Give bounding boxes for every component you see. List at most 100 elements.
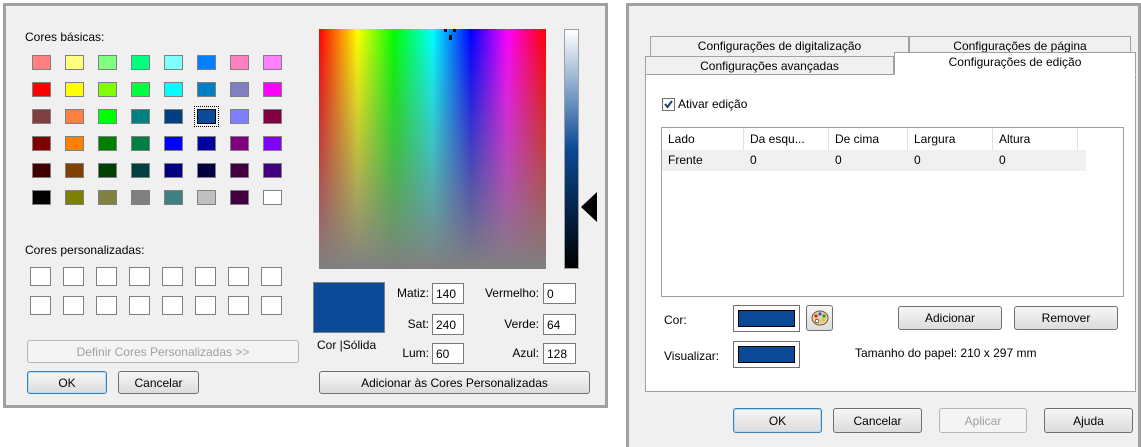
basic-color-swatch[interactable] xyxy=(230,109,249,124)
custom-color-swatch[interactable] xyxy=(261,267,282,286)
custom-color-swatch[interactable] xyxy=(30,296,51,315)
basic-color-swatch[interactable] xyxy=(131,190,150,205)
edit-areas-table[interactable]: Lado Da esqu... De cima Largura Altura Frent… xyxy=(661,127,1124,297)
basic-color-swatch[interactable] xyxy=(65,55,84,70)
lum-field[interactable]: 60 xyxy=(432,343,464,364)
custom-color-swatch[interactable] xyxy=(63,296,84,315)
custom-color-swatch[interactable] xyxy=(96,267,117,286)
basic-color-swatch[interactable] xyxy=(131,55,150,70)
basic-color-swatch[interactable] xyxy=(263,190,282,205)
basic-color-swatch[interactable] xyxy=(65,136,84,151)
define-custom-colors-button[interactable]: Definir Cores Personalizadas >> xyxy=(27,340,299,363)
red-field[interactable]: 0 xyxy=(543,283,576,304)
custom-color-swatch[interactable] xyxy=(129,296,150,315)
table-cell: 0 xyxy=(914,153,921,167)
add-custom-colors-button[interactable]: Adicionar às Cores Personalizadas xyxy=(319,371,590,394)
basic-color-swatch[interactable] xyxy=(131,136,150,151)
basic-color-swatch[interactable] xyxy=(32,109,51,124)
tab-advanced-settings[interactable]: Configurações avançadas xyxy=(645,56,894,75)
table-column-header[interactable]: Largura xyxy=(908,128,993,150)
custom-color-swatch[interactable] xyxy=(195,267,216,286)
basic-color-swatch[interactable] xyxy=(131,109,150,124)
basic-color-swatch[interactable] xyxy=(131,163,150,178)
basic-color-swatch[interactable] xyxy=(32,163,51,178)
basic-color-swatch[interactable] xyxy=(263,163,282,178)
basic-color-swatch[interactable] xyxy=(230,55,249,70)
cancel-button[interactable]: Cancelar xyxy=(118,371,199,394)
basic-color-swatch[interactable] xyxy=(32,82,51,97)
ok-button[interactable]: OK xyxy=(27,371,107,394)
basic-color-swatch[interactable] xyxy=(164,109,183,124)
basic-color-swatch[interactable] xyxy=(230,163,249,178)
custom-color-swatch[interactable] xyxy=(162,267,183,286)
basic-color-swatch[interactable] xyxy=(197,82,216,97)
basic-color-swatch[interactable] xyxy=(197,136,216,151)
basic-color-swatch[interactable] xyxy=(32,136,51,151)
basic-color-swatch[interactable] xyxy=(263,82,282,97)
table-column-header[interactable]: Altura xyxy=(993,128,1078,150)
basic-color-swatch[interactable] xyxy=(98,136,117,151)
custom-color-swatch[interactable] xyxy=(195,296,216,315)
help-button[interactable]: Ajuda xyxy=(1044,408,1133,433)
custom-color-swatch[interactable] xyxy=(228,267,249,286)
basic-color-swatch[interactable] xyxy=(98,55,117,70)
luminosity-slider[interactable] xyxy=(564,29,579,269)
green-field[interactable]: 64 xyxy=(543,314,576,335)
apply-button[interactable]: Aplicar xyxy=(939,408,1027,433)
ok-button-2[interactable]: OK xyxy=(733,408,822,433)
hue-field[interactable]: 140 xyxy=(432,283,464,304)
basic-color-swatch[interactable] xyxy=(164,190,183,205)
basic-color-swatch[interactable] xyxy=(164,163,183,178)
basic-color-swatch[interactable] xyxy=(32,55,51,70)
luminosity-arrow-icon[interactable] xyxy=(581,192,601,222)
table-row[interactable]: Frente 0 0 0 0 xyxy=(662,150,1086,171)
basic-color-swatch[interactable] xyxy=(230,136,249,151)
basic-color-swatch[interactable] xyxy=(230,82,249,97)
basic-colors-label: Cores básicas: xyxy=(25,30,105,44)
table-cell: Frente xyxy=(668,153,703,167)
basic-color-swatch[interactable] xyxy=(98,82,117,97)
basic-color-swatch[interactable] xyxy=(131,82,150,97)
color-swatch[interactable] xyxy=(733,305,800,332)
remove-button[interactable]: Remover xyxy=(1014,306,1118,330)
custom-color-swatch[interactable] xyxy=(162,296,183,315)
basic-color-swatch[interactable] xyxy=(263,109,282,124)
basic-color-swatch[interactable] xyxy=(197,55,216,70)
table-column-header[interactable]: De cima xyxy=(829,128,908,150)
basic-color-swatch[interactable] xyxy=(194,106,219,127)
sat-field[interactable]: 240 xyxy=(432,314,464,335)
tab-edit-settings[interactable]: Configurações de edição xyxy=(894,52,1136,75)
basic-color-swatch[interactable] xyxy=(164,55,183,70)
tab-scan-settings[interactable]: Configurações de digitalização xyxy=(650,36,909,56)
enable-edit-checkbox[interactable] xyxy=(662,98,675,111)
add-button[interactable]: Adicionar xyxy=(898,306,1002,330)
basic-color-swatch[interactable] xyxy=(263,55,282,70)
basic-color-swatch[interactable] xyxy=(197,190,216,205)
basic-color-swatch[interactable] xyxy=(230,190,249,205)
table-column-header[interactable]: Da esqu... xyxy=(744,128,829,150)
blue-field[interactable]: 128 xyxy=(543,343,576,364)
basic-color-swatch[interactable] xyxy=(65,82,84,97)
custom-color-swatch[interactable] xyxy=(63,267,84,286)
basic-color-swatch[interactable] xyxy=(65,109,84,124)
custom-color-swatch[interactable] xyxy=(261,296,282,315)
color-spectrum[interactable] xyxy=(319,29,546,269)
basic-color-swatch[interactable] xyxy=(197,163,216,178)
custom-color-swatch[interactable] xyxy=(129,267,150,286)
cancel-button-2[interactable]: Cancelar xyxy=(833,408,922,433)
palette-icon xyxy=(811,310,828,326)
basic-color-swatch[interactable] xyxy=(98,190,117,205)
custom-color-swatch[interactable] xyxy=(228,296,249,315)
basic-color-swatch[interactable] xyxy=(263,136,282,151)
basic-color-swatch[interactable] xyxy=(98,163,117,178)
table-column-header[interactable]: Lado xyxy=(662,128,744,150)
custom-color-swatch[interactable] xyxy=(30,267,51,286)
basic-color-swatch[interactable] xyxy=(65,190,84,205)
custom-color-swatch[interactable] xyxy=(96,296,117,315)
palette-button[interactable] xyxy=(806,305,833,331)
basic-color-swatch[interactable] xyxy=(32,190,51,205)
basic-color-swatch[interactable] xyxy=(164,136,183,151)
basic-color-swatch[interactable] xyxy=(98,109,117,124)
basic-color-swatch[interactable] xyxy=(65,163,84,178)
basic-color-swatch[interactable] xyxy=(164,82,183,97)
